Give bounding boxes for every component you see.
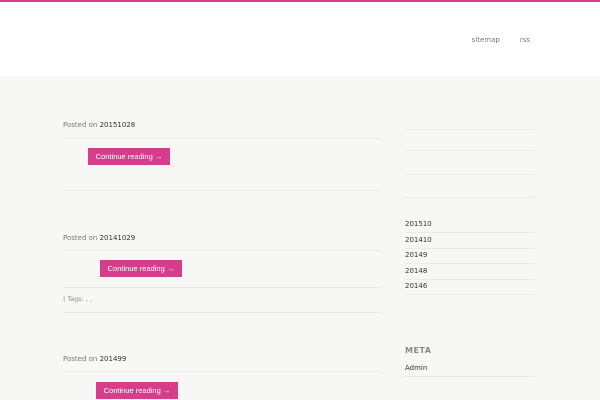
continue-reading-button[interactable]: Continue reading →	[88, 148, 170, 165]
continue-reading-button[interactable]: Continue reading →	[96, 382, 178, 399]
sidebar-divider	[405, 232, 535, 233]
posted-on-label: Posted on	[63, 234, 98, 242]
post-date-link[interactable]: 20141029	[100, 234, 136, 242]
header-nav: sitemap rss	[468, 34, 534, 46]
posted-on-label: Posted on	[63, 355, 98, 363]
sidebar-divider	[405, 129, 535, 130]
sidebar-divider	[405, 294, 535, 295]
meta-admin-link[interactable]: Admin	[405, 364, 427, 372]
post-divider	[63, 312, 380, 313]
nav-rss-link[interactable]: rss	[516, 34, 534, 46]
sidebar-divider	[405, 376, 535, 377]
post-divider	[63, 190, 380, 191]
nav-sitemap-link[interactable]: sitemap	[468, 34, 504, 46]
sidebar-divider	[405, 279, 535, 280]
post-date-link[interactable]: 20151028	[100, 121, 136, 129]
site-header: sitemap rss	[0, 2, 600, 76]
post-date-link[interactable]: 201499	[100, 355, 127, 363]
sidebar-divider	[405, 197, 535, 198]
meta-widget-title: META	[405, 346, 432, 355]
divider	[63, 371, 380, 372]
posted-on-label: Posted on	[63, 121, 98, 129]
post-meta: Posted on 201499	[63, 355, 126, 363]
post-meta: Posted on 20141029	[63, 234, 135, 242]
sidebar-divider	[405, 263, 535, 264]
continue-reading-button[interactable]: Continue reading →	[100, 260, 182, 277]
sidebar-divider	[405, 248, 535, 249]
divider	[63, 138, 380, 139]
post-tags: | Tags: , ,	[63, 295, 93, 303]
sidebar-divider	[405, 150, 535, 151]
archive-link[interactable]: 20148	[405, 267, 427, 275]
divider	[63, 250, 380, 251]
archive-link[interactable]: 201510	[405, 220, 432, 228]
post-meta: Posted on 20151028	[63, 121, 135, 129]
divider	[63, 287, 380, 288]
archive-link[interactable]: 201410	[405, 236, 432, 244]
content-area: Posted on 20151028 Continue reading → Po…	[0, 76, 600, 400]
archive-link[interactable]: 20146	[405, 282, 427, 290]
archive-link[interactable]: 20149	[405, 251, 427, 259]
sidebar-divider	[405, 174, 535, 175]
